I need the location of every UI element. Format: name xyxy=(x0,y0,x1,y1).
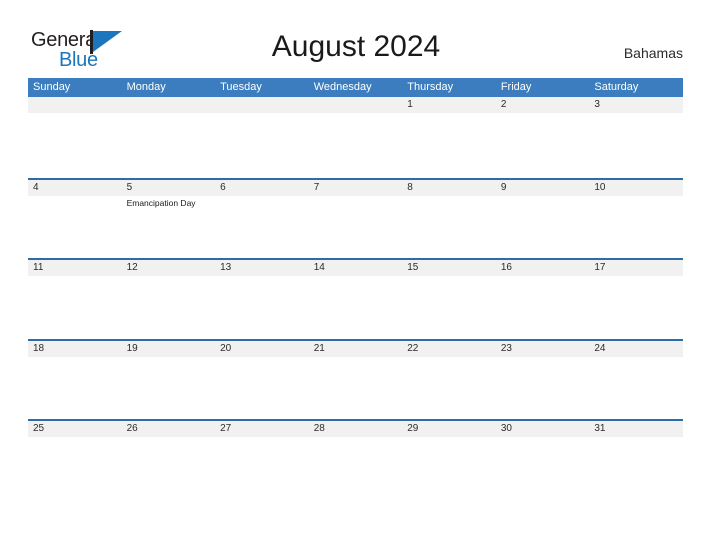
day-number: 21 xyxy=(313,342,325,354)
day-number: 11 xyxy=(33,262,44,273)
day-number: 28 xyxy=(313,423,325,434)
calendar-day-cell[interactable]: 6 xyxy=(215,180,309,196)
calendar-day-cell[interactable]: 18 xyxy=(28,341,122,357)
calendar-week-row: 1 2 3 xyxy=(28,97,683,178)
day-number: 20 xyxy=(220,342,232,354)
calendar-day-cell[interactable]: 3 xyxy=(589,97,683,113)
day-number: 22 xyxy=(407,342,419,354)
day-number-band: 4 5 Emancipation Day 6 7 8 9 10 xyxy=(28,179,683,208)
day-number-band: 1 2 3 xyxy=(28,97,683,113)
day-number: 3 xyxy=(594,99,600,110)
calendar-day-cell[interactable]: 9 xyxy=(496,180,590,196)
region-label: Bahamas xyxy=(623,45,683,61)
day-number: 13 xyxy=(220,262,232,273)
day-events: Emancipation Day xyxy=(122,196,216,209)
weekday-header-monday: Monday xyxy=(126,81,166,93)
calendar-day-cell[interactable]: 20 xyxy=(215,341,309,357)
day-number: 6 xyxy=(220,181,226,193)
holiday-event-label: Emancipation Day xyxy=(126,197,196,208)
calendar-day-cell[interactable]: 1 xyxy=(402,97,496,113)
day-number xyxy=(28,97,122,113)
day-number: 5 xyxy=(126,181,133,193)
weekday-header-wednesday: Wednesday xyxy=(313,81,372,93)
calendar-grid: Sunday Monday Tuesday Wednesday Thursday Frid… xyxy=(28,78,683,500)
calendar-day-cell[interactable]: 11 xyxy=(28,260,122,276)
weekday-header-saturday: Saturday xyxy=(594,81,639,93)
day-number: 10 xyxy=(594,181,606,193)
calendar-day-cell-empty xyxy=(28,97,122,113)
page-title: August 2024 xyxy=(271,30,441,63)
calendar-day-cell[interactable]: 15 xyxy=(402,260,496,276)
calendar-page: General Blue August 2024 Bahamas Sunday M… xyxy=(0,0,712,550)
calendar-week-row: 11 12 13 14 15 16 17 xyxy=(28,258,683,339)
day-number: 9 xyxy=(500,181,507,193)
weekday-header-row: Sunday Monday Tuesday Wednesday Thursday Frid… xyxy=(28,78,683,97)
day-number: 1 xyxy=(407,99,413,110)
day-number xyxy=(215,97,309,113)
calendar-day-cell-empty xyxy=(122,97,216,113)
day-number: 29 xyxy=(407,423,419,434)
calendar-day-cell[interactable]: 25 xyxy=(28,421,122,437)
calendar-weeks: 1 2 3 4 5 Emancipation Day 6 7 8 9 10 11 12 13 14 15 16 1… xyxy=(28,97,683,500)
calendar-day-cell[interactable]: 27 xyxy=(215,421,309,437)
calendar-day-cell[interactable]: 23 xyxy=(496,341,590,357)
calendar-day-cell[interactable]: 17 xyxy=(589,260,683,276)
day-number: 25 xyxy=(33,423,45,434)
calendar-day-cell[interactable]: 31 xyxy=(589,421,683,437)
calendar-day-cell[interactable]: 5 Emancipation Day xyxy=(122,180,216,208)
day-number-band: 18 19 20 21 22 23 24 xyxy=(28,340,683,357)
day-number: 15 xyxy=(407,262,419,273)
calendar-day-cell[interactable]: 22 xyxy=(402,341,496,357)
calendar-week-row: 18 19 20 21 22 23 24 xyxy=(28,338,683,420)
calendar-day-cell[interactable]: 26 xyxy=(122,421,216,437)
day-number: 7 xyxy=(313,181,320,193)
calendar-day-cell[interactable]: 8 xyxy=(402,180,496,196)
day-number: 31 xyxy=(594,423,606,434)
day-number xyxy=(309,97,403,113)
calendar-day-cell[interactable]: 21 xyxy=(309,341,403,357)
calendar-day-cell[interactable]: 7 xyxy=(309,180,403,196)
calendar-day-cell-empty xyxy=(215,97,309,113)
calendar-day-cell[interactable]: 10 xyxy=(589,180,683,196)
day-number: 27 xyxy=(220,423,232,434)
calendar-day-cell[interactable]: 2 xyxy=(496,97,590,113)
day-number: 26 xyxy=(126,423,138,434)
day-number-band: 25 26 27 28 29 30 31 xyxy=(28,421,683,437)
day-number: 4 xyxy=(33,181,39,193)
weekday-header-friday: Friday xyxy=(500,81,532,93)
calendar-day-cell[interactable]: 29 xyxy=(402,421,496,437)
page-header: General Blue August 2024 Bahamas xyxy=(0,0,712,78)
calendar-day-cell[interactable]: 24 xyxy=(589,341,683,357)
calendar-day-cell[interactable]: 13 xyxy=(215,260,309,276)
day-number xyxy=(122,97,216,113)
calendar-day-cell[interactable]: 16 xyxy=(496,260,590,276)
calendar-week-row: 25 26 27 28 29 30 31 xyxy=(28,419,683,500)
weekday-header-tuesday: Tuesday xyxy=(220,81,262,93)
calendar-day-cell[interactable]: 12 xyxy=(122,260,216,276)
day-number-band: 11 12 13 14 15 16 17 xyxy=(28,260,683,276)
calendar-day-cell[interactable]: 4 xyxy=(28,180,122,196)
weekday-header-sunday: Sunday xyxy=(33,81,71,93)
day-number: 19 xyxy=(126,342,138,354)
day-number: 12 xyxy=(126,262,138,273)
day-number: 18 xyxy=(33,342,45,354)
day-number: 24 xyxy=(594,342,606,354)
calendar-day-cell[interactable]: 19 xyxy=(122,341,216,357)
calendar-week-row: 4 5 Emancipation Day 6 7 8 9 10 xyxy=(28,177,683,259)
weekday-header-thursday: Thursday xyxy=(407,81,454,93)
calendar-day-cell[interactable]: 14 xyxy=(309,260,403,276)
day-number: 30 xyxy=(500,423,512,434)
day-number: 17 xyxy=(594,262,606,273)
day-number: 16 xyxy=(500,262,512,273)
calendar-day-cell-empty xyxy=(309,97,403,113)
day-number: 23 xyxy=(500,342,512,354)
day-number: 8 xyxy=(407,181,413,193)
day-number: 2 xyxy=(500,99,507,110)
calendar-day-cell[interactable]: 30 xyxy=(496,421,590,437)
calendar-day-cell[interactable]: 28 xyxy=(309,421,403,437)
day-number: 14 xyxy=(313,262,325,273)
